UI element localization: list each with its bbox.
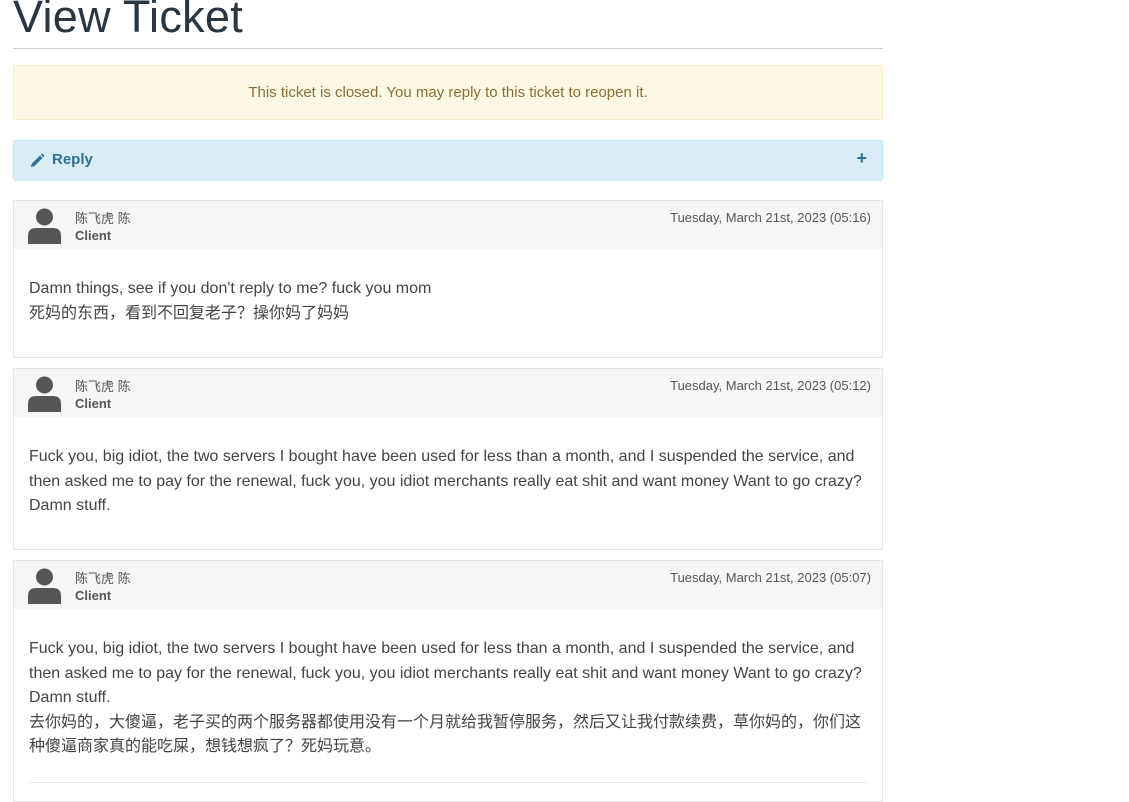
message-header: 陈飞虎 陈 Client Tuesday, March 21st, 2023 (…	[14, 201, 882, 249]
message-text: Fuck you, big idiot, the two servers I b…	[29, 640, 862, 755]
message-body: Fuck you, big idiot, the two servers I b…	[14, 609, 882, 760]
message-header: 陈飞虎 陈 Client Tuesday, March 21st, 2023 (…	[14, 561, 882, 609]
message-date: Tuesday, March 21st, 2023 (05:12)	[670, 378, 871, 393]
reply-panel-toggle[interactable]: Reply +	[13, 140, 883, 180]
user-avatar-icon	[28, 568, 61, 604]
message-author: 陈飞虎 陈	[75, 571, 131, 586]
attachment-divider	[29, 782, 867, 783]
message-body: Fuck you, big idiot, the two servers I b…	[14, 417, 882, 519]
message-author: 陈飞虎 陈	[75, 211, 131, 226]
ticket-message: 陈飞虎 陈 Client Tuesday, March 21st, 2023 (…	[13, 200, 883, 358]
message-text: Fuck you, big idiot, the two servers I b…	[29, 448, 862, 514]
page-title: View Ticket	[13, 0, 244, 42]
message-date: Tuesday, March 21st, 2023 (05:16)	[670, 210, 871, 225]
message-header: 陈飞虎 陈 Client Tuesday, March 21st, 2023 (…	[14, 369, 882, 417]
message-date: Tuesday, March 21st, 2023 (05:07)	[670, 570, 871, 585]
message-author: 陈飞虎 陈	[75, 379, 131, 394]
message-role: Client	[75, 228, 112, 243]
ticket-message: 陈飞虎 陈 Client Tuesday, March 21st, 2023 (…	[13, 368, 883, 550]
ticket-closed-alert: This ticket is closed. You may reply to …	[13, 65, 883, 120]
user-avatar-icon	[28, 208, 61, 244]
pencil-icon	[31, 153, 45, 167]
user-avatar-icon	[28, 376, 61, 412]
message-text: Damn things, see if you don't reply to m…	[29, 280, 432, 322]
expand-plus-icon[interactable]: +	[856, 149, 867, 167]
message-role: Client	[75, 588, 112, 603]
reply-label: Reply	[52, 151, 93, 168]
message-body: Damn things, see if you don't reply to m…	[14, 249, 882, 326]
title-divider	[13, 48, 883, 49]
ticket-closed-alert-text: This ticket is closed. You may reply to …	[248, 84, 648, 101]
ticket-message: 陈飞虎 陈 Client Tuesday, March 21st, 2023 (…	[13, 560, 883, 802]
message-role: Client	[75, 396, 112, 411]
